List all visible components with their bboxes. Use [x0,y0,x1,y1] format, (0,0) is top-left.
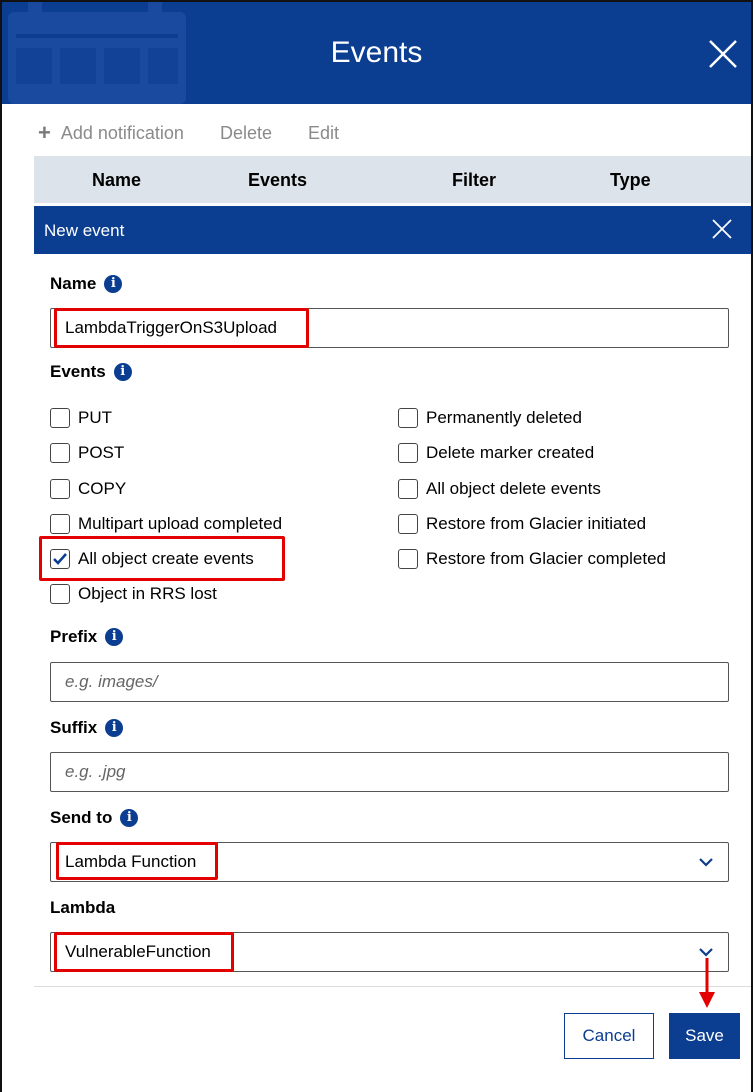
suffix-input[interactable]: e.g. .jpg [50,752,729,792]
edit-button[interactable]: Edit [308,123,339,144]
name-label: Name i [50,274,123,294]
column-events[interactable]: Events [248,170,307,191]
event-checkbox-put[interactable]: PUT [50,408,112,428]
send-to-value: Lambda Function [65,852,197,871]
checkbox[interactable] [398,443,418,463]
info-icon[interactable]: i [120,809,139,827]
event-checkbox-glacier-initiated[interactable]: Restore from Glacier initiated [398,514,646,534]
column-type[interactable]: Type [610,170,651,191]
event-checkbox-multipart[interactable]: Multipart upload completed [50,514,282,534]
checkbox[interactable] [50,408,70,428]
prefix-label: Prefix i [50,627,124,647]
send-to-label: Send to i [50,808,139,828]
column-name[interactable]: Name [92,170,141,191]
checkbox[interactable] [50,479,70,499]
chevron-down-icon [699,858,713,867]
dialog-title: Events [330,36,423,69]
info-icon[interactable]: i [105,719,124,737]
send-to-select[interactable]: Lambda Function [50,842,729,882]
arrow-down-icon [699,958,715,1008]
info-icon[interactable]: i [113,363,132,381]
event-checkbox-rrs-lost[interactable]: Object in RRS lost [50,584,217,604]
checkbox[interactable] [398,408,418,428]
delete-button[interactable]: Delete [220,123,272,144]
info-icon[interactable]: i [104,275,123,293]
plus-icon[interactable]: + [38,122,51,144]
checkbox[interactable] [398,514,418,534]
checkbox[interactable] [50,549,70,569]
new-event-title: New event [44,221,125,240]
event-checkbox-perm-deleted[interactable]: Permanently deleted [398,408,582,428]
column-filter[interactable]: Filter [452,170,496,191]
dialog-header: Events [2,2,751,104]
info-icon[interactable]: i [105,628,124,646]
lambda-select[interactable]: VulnerableFunction [50,932,729,972]
notification-toolbar: + Add notification Delete Edit [38,122,375,144]
name-input[interactable]: LambdaTriggerOnS3Upload [50,308,729,348]
new-event-bar: New event [34,206,751,254]
event-checkbox-all-delete[interactable]: All object delete events [398,479,601,499]
lambda-value: VulnerableFunction [65,942,211,961]
add-notification-button[interactable]: Add notification [61,123,184,144]
save-button[interactable]: Save [669,1013,740,1059]
checkbox[interactable] [398,479,418,499]
checkbox[interactable] [50,443,70,463]
prefix-input[interactable]: e.g. images/ [50,662,729,702]
checkmark-icon [53,553,67,565]
chevron-down-icon [699,948,713,957]
event-checkbox-glacier-completed[interactable]: Restore from Glacier completed [398,549,666,569]
table-header: Name Events Filter Type [34,156,751,203]
close-icon[interactable] [707,38,739,70]
checkbox[interactable] [398,549,418,569]
event-checkbox-copy[interactable]: COPY [50,479,126,499]
footer-divider [34,986,751,987]
checkbox[interactable] [50,514,70,534]
suffix-label: Suffix i [50,718,124,738]
events-label: Events i [50,362,132,382]
cancel-button[interactable]: Cancel [564,1013,654,1059]
event-checkbox-delete-marker[interactable]: Delete marker created [398,443,594,463]
event-checkbox-all-create[interactable]: All object create events [50,549,254,569]
lambda-label: Lambda [50,898,116,917]
checkbox[interactable] [50,584,70,604]
close-icon[interactable] [711,218,733,240]
event-checkbox-post[interactable]: POST [50,443,124,463]
